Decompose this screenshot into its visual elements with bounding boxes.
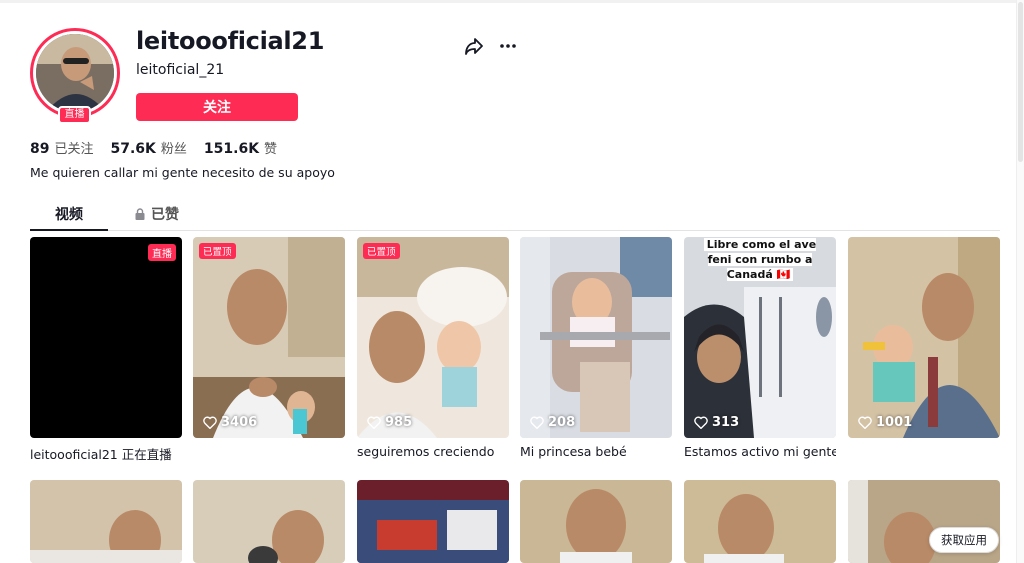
video-thumbnail[interactable] (520, 480, 672, 563)
video-thumbnail[interactable]: 已置顶 985 (357, 237, 509, 438)
view-count-value: 313 (712, 415, 740, 430)
pinned-badge: 已置顶 (199, 243, 236, 259)
likes-stat: 151.6K 赞 (204, 138, 277, 157)
active-tab-indicator (30, 229, 108, 231)
profile-tabs: 视频 已赞 (30, 200, 1000, 231)
video-card-live[interactable]: 直播 leitoooficial21 正在直播 (30, 237, 182, 463)
profile-nickname: leitoficial_21 (136, 62, 225, 78)
video-thumbnail[interactable]: 已置顶 3406 (193, 237, 345, 438)
video-card[interactable]: 1001 (848, 237, 1000, 444)
tab-liked-label: 已赞 (151, 207, 179, 223)
view-count-value: 208 (548, 415, 576, 430)
likes-label: 赞 (264, 142, 278, 157)
video-card[interactable] (193, 480, 345, 563)
video-card[interactable] (357, 480, 509, 563)
follow-button[interactable]: 关注 (136, 93, 298, 121)
lock-icon (135, 208, 145, 220)
video-thumbnail[interactable] (357, 480, 509, 563)
view-count-value: 985 (385, 415, 413, 430)
video-thumbnail[interactable] (30, 480, 182, 563)
video-thumbnail[interactable]: 直播 (30, 237, 182, 438)
share-icon[interactable] (464, 36, 484, 56)
followers-count: 57.6K (110, 141, 156, 157)
view-count: 1001 (858, 415, 912, 430)
followers-stat[interactable]: 57.6K 粉丝 (111, 138, 187, 157)
video-thumbnail[interactable]: Libre como el ave feni con rumbo a Canad… (684, 237, 836, 438)
following-count: 89 (30, 141, 50, 157)
video-card[interactable]: Libre como el ave feni con rumbo a Canad… (684, 237, 836, 459)
view-count: 985 (367, 415, 412, 430)
heart-icon (530, 416, 544, 429)
video-thumbnail[interactable]: 1001 (848, 237, 1000, 438)
profile-stats: 89 已关注 57.6K 粉丝 151.6K 赞 (30, 138, 294, 157)
video-card[interactable] (684, 480, 836, 563)
video-card[interactable]: 208 Mi princesa bebé (520, 237, 672, 459)
view-count-value: 3406 (221, 415, 258, 430)
overlay-caption: Libre como el ave feni con rumbo a Canad… (703, 238, 817, 281)
view-count-value: 1001 (876, 415, 913, 430)
video-thumbnail[interactable] (684, 480, 836, 563)
tab-videos[interactable]: 视频 (30, 204, 108, 224)
more-options-icon[interactable] (498, 36, 518, 56)
video-thumbnail[interactable] (193, 480, 345, 563)
tab-liked[interactable]: 已赞 (134, 204, 179, 224)
video-caption[interactable]: Mi princesa bebé (520, 444, 672, 459)
pinned-badge: 已置顶 (363, 243, 400, 259)
video-thumbnail[interactable]: 208 (520, 237, 672, 438)
following-stat[interactable]: 89 已关注 (30, 138, 94, 157)
live-badge[interactable]: 直播 (58, 106, 91, 124)
likes-count: 151.6K (203, 141, 260, 157)
view-count: 313 (694, 415, 739, 430)
heart-icon (203, 416, 217, 429)
live-tag: 直播 (148, 244, 176, 261)
top-border (0, 0, 1024, 3)
heart-icon (367, 416, 381, 429)
followers-label: 粉丝 (160, 142, 187, 157)
video-card[interactable] (520, 480, 672, 563)
video-card[interactable]: 已置顶 3406 (193, 237, 345, 444)
video-caption[interactable]: seguiremos creciendo (357, 444, 509, 459)
page-scrollbar[interactable] (1016, 0, 1024, 563)
video-caption[interactable]: leitoooficial21 正在直播 (30, 444, 182, 463)
following-label: 已关注 (54, 142, 94, 157)
profile-username: leitoooficial21 (136, 27, 325, 55)
avatar-image (36, 34, 114, 112)
video-caption[interactable]: Estamos activo mi gente (684, 444, 836, 459)
heart-icon (858, 416, 872, 429)
view-count: 3406 (203, 415, 257, 430)
video-card[interactable]: 已置顶 985 seguiremos creciendo (357, 237, 509, 459)
profile-bio: Me quieren callar mi gente necesito de s… (30, 165, 335, 180)
video-card[interactable] (30, 480, 182, 563)
view-count: 208 (530, 415, 575, 430)
heart-icon (694, 416, 708, 429)
get-app-button[interactable]: 获取应用 (929, 527, 999, 553)
profile-avatar[interactable] (30, 28, 120, 118)
video-overlay-text: Libre como el ave feni con rumbo a Canad… (698, 237, 822, 282)
scrollbar-thumb[interactable] (1018, 2, 1023, 162)
